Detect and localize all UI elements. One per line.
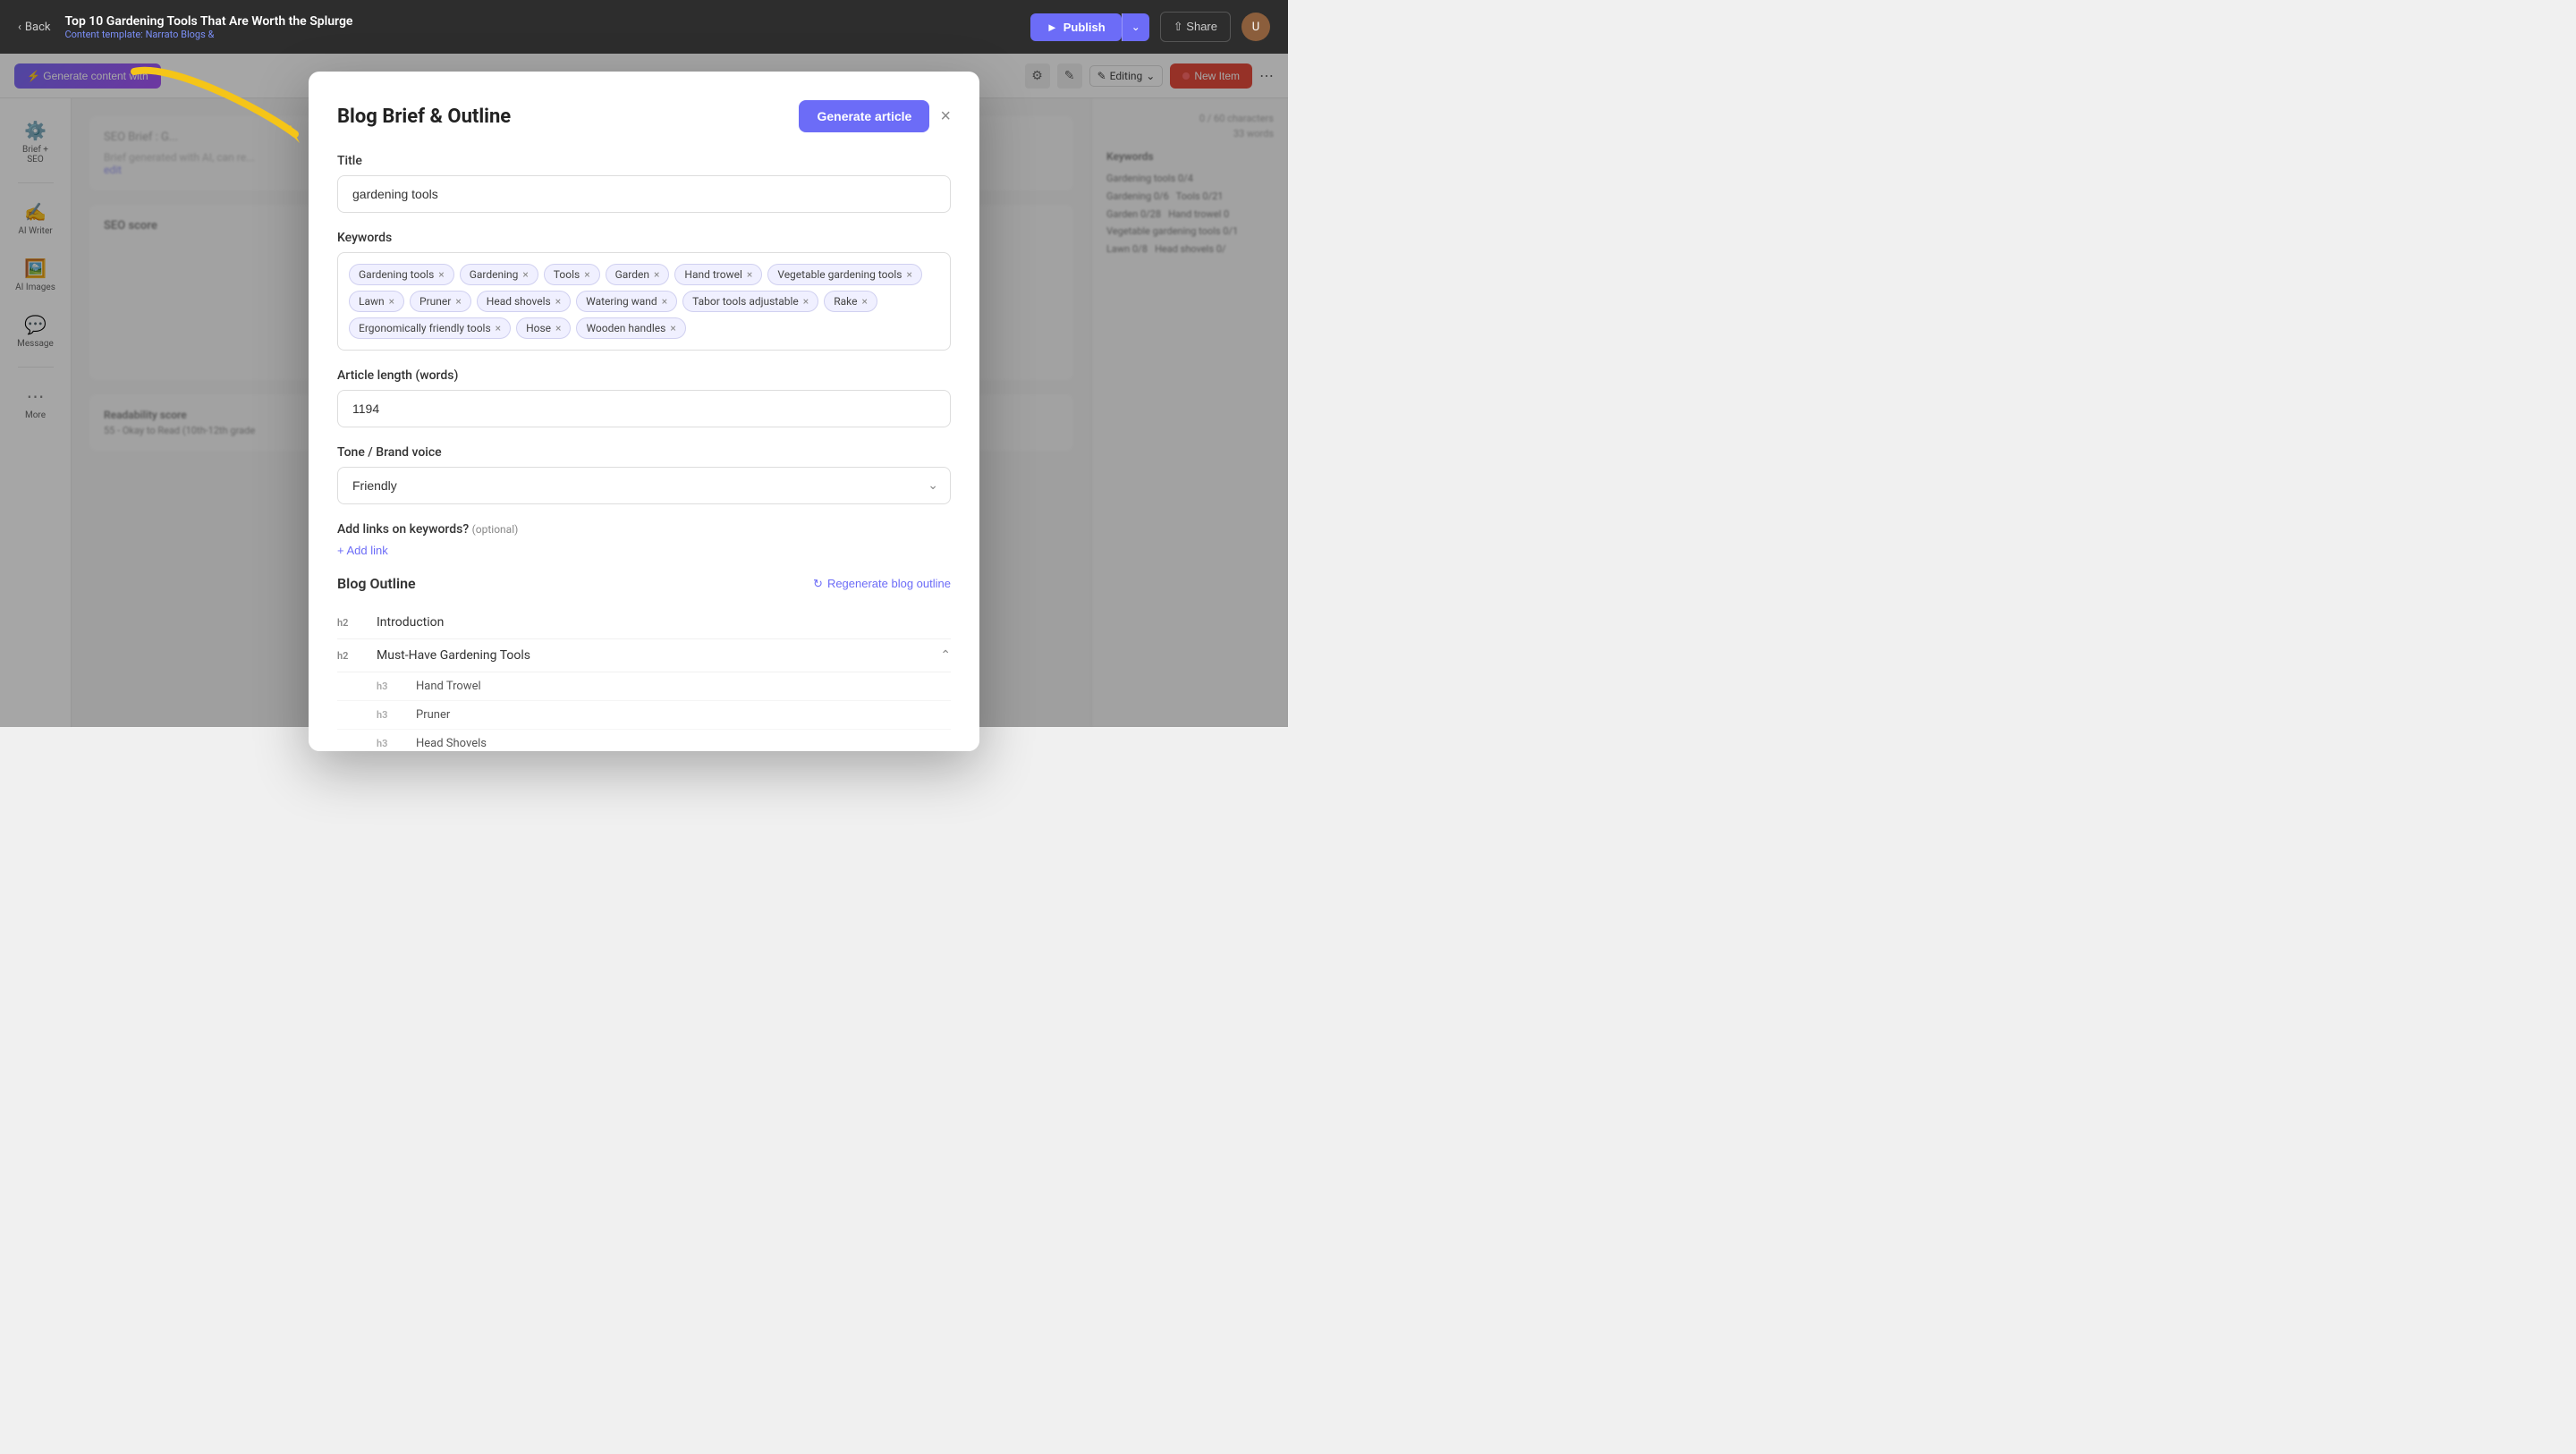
keyword-remove-icon[interactable]: ×: [555, 296, 561, 307]
keyword-remove-icon[interactable]: ×: [654, 269, 659, 280]
tone-form-group: Tone / Brand voice Friendly Professional…: [337, 445, 951, 504]
outline-sub-text-head-shovels: Head Shovels: [416, 737, 487, 750]
keyword-tag: Tools×: [544, 264, 600, 285]
subtitle-prefix: Content template:: [64, 29, 142, 40]
top-nav: ‹ Back Top 10 Gardening Tools That Are W…: [0, 0, 1288, 54]
keyword-remove-icon[interactable]: ×: [584, 269, 589, 280]
keyword-tag: Ergonomically friendly tools×: [349, 317, 511, 339]
keyword-remove-icon[interactable]: ×: [496, 323, 501, 334]
article-length-input[interactable]: [337, 390, 951, 427]
nav-title-area: Top 10 Gardening Tools That Are Worth th…: [64, 14, 1015, 40]
outline-sub-item-head-shovels: h3 Head Shovels: [337, 730, 951, 751]
article-length-label: Article length (words): [337, 368, 951, 383]
article-length-form-group: Article length (words): [337, 368, 951, 427]
tone-select-wrapper: Friendly Professional Casual Formal ⌄: [337, 467, 951, 504]
keyword-tag: Hose×: [516, 317, 571, 339]
outline-sub-item-hand-trowel: h3 Hand Trowel: [337, 672, 951, 701]
outline-text-must-have: Must-Have Gardening Tools: [377, 648, 940, 663]
outline-text-introduction: Introduction: [377, 615, 951, 630]
publish-dropdown-button[interactable]: ⌄: [1122, 13, 1149, 41]
modal: Blog Brief & Outline Generate article × …: [309, 72, 979, 751]
share-icon: ⇧: [1174, 20, 1183, 33]
outline-item-introduction: h2 Introduction: [337, 606, 951, 639]
keyword-tag: Gardening tools×: [349, 264, 454, 285]
tone-select[interactable]: Friendly Professional Casual Formal: [337, 467, 951, 504]
publish-label: Publish: [1063, 21, 1106, 34]
outline-sub-item-pruner: h3 Pruner: [337, 701, 951, 730]
keyword-tag: Vegetable gardening tools×: [767, 264, 922, 285]
keyword-tag: Watering wand×: [576, 291, 677, 312]
add-links-form-group: Add links on keywords? (optional) + Add …: [337, 522, 951, 557]
modal-title: Blog Brief & Outline: [337, 106, 511, 128]
refresh-icon: ↻: [813, 577, 823, 591]
nav-right: ► Publish ⌄ ⇧ Share U: [1030, 12, 1270, 42]
keyword-remove-icon[interactable]: ×: [555, 323, 561, 334]
page-title: Top 10 Gardening Tools That Are Worth th…: [64, 14, 1015, 29]
keyword-remove-icon[interactable]: ×: [438, 269, 444, 280]
blog-outline-section: Blog Outline ↻ Regenerate blog outline h…: [337, 575, 951, 751]
share-label: Share: [1186, 20, 1217, 33]
keyword-tag: Wooden handles×: [576, 317, 685, 339]
share-button[interactable]: ⇧ Share: [1160, 12, 1231, 42]
keyword-tag: Head shovels×: [477, 291, 571, 312]
modal-overlay[interactable]: Blog Brief & Outline Generate article × …: [0, 54, 1288, 727]
title-input[interactable]: [337, 175, 951, 213]
keyword-remove-icon[interactable]: ×: [861, 296, 867, 307]
title-label: Title: [337, 154, 951, 168]
keyword-remove-icon[interactable]: ×: [522, 269, 528, 280]
keyword-tag: Lawn×: [349, 291, 404, 312]
keyword-tag: Pruner×: [410, 291, 471, 312]
keyword-remove-icon[interactable]: ×: [670, 323, 675, 334]
generate-article-button[interactable]: Generate article: [799, 100, 929, 132]
outline-sub-badge-h3-head-shovels: h3: [377, 738, 402, 749]
close-button[interactable]: ×: [940, 107, 951, 125]
keyword-tag: Hand trowel×: [674, 264, 762, 285]
keyword-remove-icon[interactable]: ×: [389, 296, 394, 307]
add-links-label: Add links on keywords? (optional): [337, 522, 951, 537]
outline-sub-text-pruner: Pruner: [416, 708, 450, 722]
keyword-tag: Gardening×: [460, 264, 538, 285]
subtitle-link[interactable]: Narrato Blogs &: [146, 29, 215, 40]
title-form-group: Title: [337, 154, 951, 213]
modal-header-actions: Generate article ×: [799, 100, 951, 132]
back-arrow-icon: ‹: [18, 21, 21, 34]
keyword-remove-icon[interactable]: ×: [747, 269, 752, 280]
keyword-remove-icon[interactable]: ×: [803, 296, 809, 307]
keyword-tag: Tabor tools adjustable×: [682, 291, 818, 312]
outline-badge-h2-intro: h2: [337, 617, 362, 629]
outline-header: Blog Outline ↻ Regenerate blog outline: [337, 575, 951, 592]
nav-subtitle: Content template: Narrato Blogs &: [64, 29, 1015, 40]
outline-sub-badge-h3-hand-trowel: h3: [377, 681, 402, 692]
back-button[interactable]: ‹ Back: [18, 21, 50, 34]
modal-header: Blog Brief & Outline Generate article ×: [337, 100, 951, 132]
tone-label: Tone / Brand voice: [337, 445, 951, 460]
keyword-remove-icon[interactable]: ×: [662, 296, 667, 307]
publish-button[interactable]: ► Publish: [1030, 13, 1122, 41]
keywords-label: Keywords: [337, 231, 951, 245]
outline-sub-text-hand-trowel: Hand Trowel: [416, 680, 481, 693]
add-link-button[interactable]: + Add link: [337, 544, 388, 557]
keyword-remove-icon[interactable]: ×: [455, 296, 461, 307]
keyword-tag: Garden×: [606, 264, 670, 285]
outline-item-must-have: h2 Must-Have Gardening Tools ⌃: [337, 639, 951, 672]
keywords-form-group: Keywords Gardening tools× Gardening× Tools…: [337, 231, 951, 351]
outline-chevron-icon[interactable]: ⌃: [940, 648, 951, 663]
regenerate-outline-button[interactable]: ↻ Regenerate blog outline: [813, 577, 951, 591]
keyword-remove-icon[interactable]: ×: [906, 269, 911, 280]
publish-arrow-icon: ►: [1046, 21, 1058, 34]
outline-badge-h2-must-have: h2: [337, 650, 362, 662]
avatar[interactable]: U: [1241, 13, 1270, 41]
outline-sub-badge-h3-pruner: h3: [377, 709, 402, 721]
outline-title: Blog Outline: [337, 575, 416, 592]
keyword-tag: Rake×: [824, 291, 877, 312]
keywords-box[interactable]: Gardening tools×Gardening×Tools×Garden×H…: [337, 252, 951, 351]
back-label: Back: [25, 21, 51, 34]
